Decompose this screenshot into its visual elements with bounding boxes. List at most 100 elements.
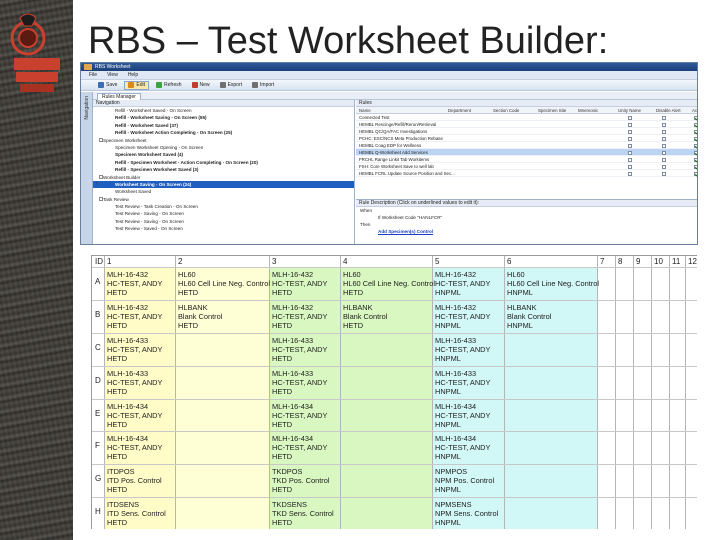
worksheet-cell-text: HETD (272, 288, 293, 297)
rules-row[interactable]: HEMBL Rescinge/Refill/Rerun/Retrieval (356, 121, 697, 128)
rules-row[interactable]: HEMBL FCRL Update Source Position and Se… (356, 170, 697, 177)
tree-item[interactable]: Test Review - Saving - On Screen (93, 218, 354, 225)
refresh-button[interactable]: Refresh (153, 81, 185, 90)
tree-item[interactable]: Refill - Worksheet Saving - On Screen (5… (93, 114, 354, 121)
worksheet-row-label: B (95, 309, 101, 319)
rule-checkbox[interactable] (662, 143, 666, 148)
tree-item[interactable]: Refill - Specimen Worksheet - Action Com… (93, 159, 354, 166)
rules-row[interactable]: HEMBL Coag EDP for Wellness (356, 142, 697, 149)
rule-checkbox[interactable] (628, 164, 632, 169)
rule-checkbox[interactable] (628, 122, 632, 127)
worksheet-cell-text: HC-TEST, ANDY (435, 377, 491, 387)
rule-checkbox[interactable] (662, 129, 666, 134)
tree-item-label: Task Review (103, 196, 129, 202)
rule-checkbox[interactable] (662, 157, 666, 162)
tree-item[interactable]: Test Review - Saved - On Screen (93, 225, 354, 232)
rule-checkbox[interactable] (694, 171, 697, 176)
rule-checkbox[interactable] (628, 150, 632, 155)
tree-item[interactable]: Specimen Worksheet Saved (4) (93, 151, 354, 158)
rule-checkbox[interactable] (694, 164, 697, 169)
save-button[interactable]: Save (95, 81, 120, 90)
tree-item[interactable]: Refill - Specimen Worksheet Saved (3) (93, 166, 354, 173)
rule-checkbox[interactable] (662, 122, 666, 127)
tree-item[interactable]: Worksheet Saved (93, 188, 354, 195)
rule-checkbox[interactable] (628, 157, 632, 162)
rule-checkbox[interactable] (662, 171, 666, 176)
expand-toggle-icon[interactable] (99, 175, 103, 180)
new-button[interactable]: New (189, 81, 213, 90)
rule-checkbox[interactable] (628, 136, 632, 141)
rule-checkbox[interactable] (662, 150, 666, 155)
rule-checkbox[interactable] (628, 129, 632, 134)
worksheet-column-divider (175, 256, 176, 529)
worksheet-cell-text: HL60 Cell Line Neg. Control (343, 279, 436, 288)
menu-view[interactable]: View (107, 72, 118, 78)
rule-checkbox[interactable] (662, 136, 666, 141)
tree-item[interactable]: Specimen Worksheet (93, 137, 354, 144)
worksheet-cell-text: MLH-16-434 (272, 434, 314, 444)
tree-item[interactable]: Refill - Worksheet Saved (37) (93, 122, 354, 129)
worksheet-cell-text: HETD (107, 320, 128, 330)
export-button[interactable]: Export (217, 81, 245, 90)
rule-checkbox[interactable] (628, 171, 632, 176)
tree-item[interactable]: Refill - Worksheet Saved - On Screen (93, 107, 354, 114)
worksheet-cell-text: HC-TEST, ANDY (272, 410, 328, 420)
menu-help[interactable]: Help (128, 72, 138, 78)
edit-button[interactable]: Edit (124, 80, 150, 90)
worksheet-cell-text: HC-TEST, ANDY (107, 443, 163, 453)
import-button[interactable]: Import (249, 81, 277, 90)
rules-row[interactable]: HEMBL QC/QA/FAC Investigations (356, 128, 697, 135)
rule-checkbox[interactable] (628, 115, 632, 120)
tab-rules-manager[interactable]: Rules Manager (97, 93, 141, 100)
worksheet-cell-text: MLH-16-432 (435, 270, 477, 279)
worksheet-row-label: F (95, 441, 100, 451)
rule-checkbox[interactable] (694, 143, 697, 148)
menu-file[interactable]: File (89, 72, 97, 78)
rules-column-header[interactable]: Disable Alert (656, 107, 681, 114)
tree-item[interactable]: Test Review - Task Creation - On Screen (93, 203, 354, 210)
rules-column-header[interactable]: Section Code (493, 107, 519, 114)
rule-checkbox[interactable] (694, 129, 697, 134)
rules-column-header[interactable]: Specimen Site (538, 107, 566, 114)
rules-row[interactable]: FRCHL Range Linkit Tab Workitems (356, 156, 697, 163)
rules-column-header[interactable]: Unity Name (618, 107, 641, 114)
worksheet-cell-text: HC-TEST, ANDY (435, 344, 491, 354)
rules-row[interactable]: FSH: Core Worksheet Save to well lab (356, 163, 697, 170)
rules-row[interactable]: PCHC: ESC/NCS Meta Production Rebase (356, 135, 697, 142)
expand-toggle-icon[interactable] (99, 197, 103, 202)
rules-column-header[interactable]: Name (359, 107, 371, 114)
worksheet-row-divider (92, 398, 697, 400)
rule-checkbox[interactable] (694, 122, 697, 127)
rules-row[interactable]: HEMBL Q-Worksheet Add Services (356, 149, 697, 156)
rules-column-header[interactable]: Active (692, 107, 697, 114)
worksheet-cell-text: MLH-16-432 (272, 302, 314, 312)
tree-item[interactable]: Refill - Worksheet Action Completing - O… (93, 129, 354, 136)
tree-item[interactable]: Specimen Worksheet Opening - On Screen (93, 144, 354, 151)
rules-row[interactable]: Connected Test (356, 114, 697, 121)
rule-checkbox[interactable] (662, 164, 666, 169)
tree-item[interactable]: › Worksheet Saving - On Screen (24) (93, 180, 354, 189)
worksheet-cell-text: MLH-16-433 (435, 335, 477, 345)
rules-column-header[interactable]: Department (448, 107, 471, 114)
worksheet-cell-text: ITDPOS (107, 467, 135, 477)
tree-item[interactable]: Task Review (93, 196, 354, 203)
rules-column-header[interactable]: Mnemonic (578, 107, 598, 114)
navigation-rail[interactable]: Navigation (81, 92, 93, 244)
worksheet-cell-text: HETD (107, 386, 128, 396)
tree-item[interactable]: Worksheet Builder (93, 174, 354, 181)
rule-checkbox[interactable] (694, 115, 697, 120)
tree-item[interactable]: Test Review - Saving - On Screen (93, 210, 354, 217)
rule-checkbox[interactable] (628, 143, 632, 148)
worksheet-cell-text: ITD Pos. Control (107, 476, 162, 486)
rule-checkbox[interactable] (694, 150, 697, 155)
worksheet-column-divider (432, 256, 433, 529)
rule-condition: If Worksheet Code "HANLFCR" (378, 215, 443, 220)
rule-checkbox[interactable] (694, 136, 697, 141)
worksheet-cell-text: ITDSENS (107, 500, 140, 510)
rule-checkbox[interactable] (694, 157, 697, 162)
worksheet-cell-text: HL60 Cell Line Neg. Control (178, 279, 271, 288)
rule-action-link[interactable]: Add Specimen(s) Control (356, 228, 697, 235)
expand-toggle-icon[interactable] (99, 138, 103, 143)
worksheet-cell-text: MLH-16-432 (107, 302, 149, 312)
rule-checkbox[interactable] (662, 115, 666, 120)
